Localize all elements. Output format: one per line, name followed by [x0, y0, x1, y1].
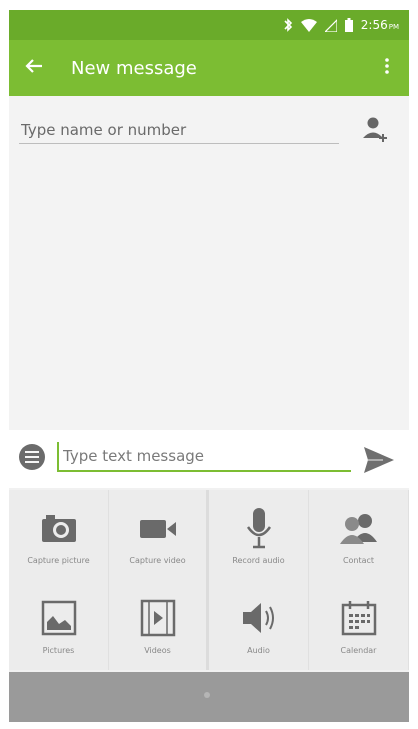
overflow-menu-button[interactable]: [365, 40, 409, 96]
send-icon: [363, 447, 395, 478]
add-person-icon: [361, 117, 391, 148]
attach-label: Pictures: [42, 646, 75, 655]
picture-icon: [37, 598, 81, 638]
send-button[interactable]: [363, 446, 395, 474]
overflow-menu-icon: [385, 58, 389, 78]
arrow-back-icon: [25, 58, 43, 78]
add-contact-button[interactable]: [361, 114, 391, 144]
phone-screen: 2:56PM New message Type name or number T…: [9, 10, 409, 722]
attach-label: Videos: [144, 646, 171, 655]
attach-label: Calendar: [340, 646, 377, 655]
message-input[interactable]: [57, 442, 351, 472]
microphone-icon: [237, 508, 281, 549]
speaker-icon: [237, 598, 281, 638]
attach-label: Capture picture: [27, 556, 90, 565]
camera-icon: [37, 508, 81, 548]
attachment-panel: Capture picture Capture video Record aud…: [9, 490, 409, 670]
message-thread-area: [9, 156, 409, 430]
attach-label: Record audio: [232, 556, 285, 565]
video-file-icon: [136, 598, 180, 638]
attach-videos[interactable]: Videos: [109, 580, 209, 670]
status-time: 2:56PM: [360, 18, 399, 32]
attach-record-audio[interactable]: Record audio: [209, 490, 309, 580]
attach-label: Audio: [247, 646, 270, 655]
attach-pictures[interactable]: Pictures: [9, 580, 109, 670]
wifi-icon: [300, 18, 317, 32]
page-title: New message: [71, 57, 197, 79]
recipient-input[interactable]: [19, 116, 339, 144]
attach-contact[interactable]: Contact: [309, 490, 409, 580]
compose-bar: [9, 430, 409, 488]
attach-calendar[interactable]: Calendar: [309, 580, 409, 670]
status-bar: 2:56PM: [9, 10, 409, 40]
navigation-bar: [9, 672, 409, 722]
battery-icon: [344, 18, 353, 32]
video-camera-icon: [136, 508, 180, 548]
home-indicator[interactable]: [204, 692, 210, 698]
signal-icon: [324, 18, 337, 32]
app-bar: New message: [9, 40, 409, 96]
bluetooth-icon: [283, 18, 293, 32]
back-button[interactable]: [9, 40, 59, 96]
attach-label: Contact: [342, 556, 375, 565]
attach-label: Capture video: [129, 556, 186, 565]
contacts-icon: [337, 508, 381, 548]
attach-capture-video[interactable]: Capture video: [109, 490, 209, 580]
recipient-row: [9, 96, 409, 156]
attach-capture-picture[interactable]: Capture picture: [9, 490, 109, 580]
attach-audio[interactable]: Audio: [209, 580, 309, 670]
attach-toggle-button[interactable]: [19, 444, 45, 470]
calendar-icon: [337, 598, 381, 638]
